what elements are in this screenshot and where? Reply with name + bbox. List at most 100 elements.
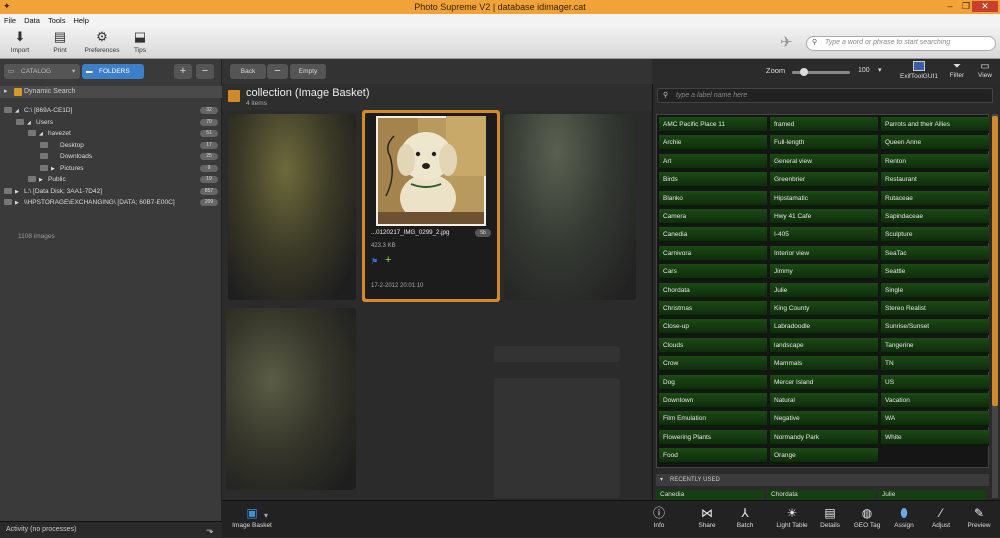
label-button[interactable]: Renton: [881, 153, 989, 170]
preview-button[interactable]: ✎ Preview: [960, 505, 998, 529]
thumbnail-blurred[interactable]: [226, 308, 356, 490]
label-scrollbar-thumb[interactable]: [992, 116, 998, 406]
expand-arrow-icon[interactable]: ▶: [39, 175, 48, 186]
label-button[interactable]: Camera: [659, 209, 767, 225]
expand-arrow-icon[interactable]: ▶: [15, 198, 24, 209]
preferences-button[interactable]: ⚙ Preferences: [82, 29, 122, 54]
remove-button[interactable]: −: [196, 64, 214, 79]
add-button[interactable]: +: [174, 64, 192, 79]
empty-basket-button[interactable]: Empty: [290, 64, 326, 79]
chevron-down-icon[interactable]: ▾: [264, 511, 268, 520]
label-button[interactable]: Parrots and their Allies: [881, 117, 989, 133]
label-button[interactable]: Canedia: [659, 227, 767, 244]
label-button[interactable]: SeaTac: [881, 245, 989, 262]
batch-button[interactable]: ⅄ Batch: [726, 505, 764, 529]
label-button[interactable]: Crow: [659, 356, 767, 373]
label-button[interactable]: AMC Pacific Place 11: [659, 117, 767, 133]
exiftool-button[interactable]: ExifToolGUI1: [897, 61, 941, 80]
details-button[interactable]: ▤ Details: [811, 505, 849, 529]
folder-tree-item[interactable]: ◢ havezet 51: [0, 128, 222, 139]
thumbnail-selected[interactable]: ...0120217_IMG_0299_2.jpg 5b 423.3 KB ⚑ …: [362, 110, 500, 302]
expand-arrow-icon[interactable]: ◢: [15, 106, 24, 117]
folder-tree-item[interactable]: ▶ \\HPSTORAGE\EXCHANGING\ [DATA; 60B7-E00…: [0, 197, 222, 208]
label-button[interactable]: Tangerine: [881, 337, 989, 354]
add-label-button[interactable]: +: [385, 254, 391, 266]
label-button[interactable]: Seattle: [881, 264, 989, 281]
label-button[interactable]: Single: [881, 282, 989, 299]
folder-tree-item[interactable]: ▶ Pictures 9: [0, 163, 222, 174]
expand-arrow-icon[interactable]: ▶: [51, 164, 60, 175]
folder-tree-item[interactable]: ▶ L:\ [Data Disk; 3AA1-7D42] 857: [0, 186, 222, 197]
label-button[interactable]: Vacation: [881, 393, 989, 409]
recent-label[interactable]: Julie: [878, 490, 986, 500]
recent-label[interactable]: Chordata: [767, 490, 875, 500]
print-button[interactable]: ▤ Print: [40, 29, 80, 54]
info-button[interactable]: ⓘ Info: [640, 505, 678, 529]
label-button[interactable]: Sapindaceae: [881, 209, 989, 225]
tips-button[interactable]: ⬓ Tips: [120, 29, 160, 54]
menu-help[interactable]: Help: [69, 14, 92, 25]
label-button[interactable]: Christmas: [659, 301, 767, 317]
expand-arrow-icon[interactable]: ▶: [15, 187, 24, 198]
label-button[interactable]: Jimmy: [770, 264, 878, 281]
close-button[interactable]: ✕: [972, 1, 998, 12]
activity-icon[interactable]: ⬎: [206, 522, 214, 538]
menu-data[interactable]: Data: [20, 14, 44, 25]
adjust-button[interactable]: ⁄ Adjust: [922, 505, 960, 529]
label-button[interactable]: Close-up: [659, 319, 767, 336]
recently-used-header[interactable]: ▾ RECENTLY USED: [656, 474, 989, 486]
label-button[interactable]: Film Emulation: [659, 411, 767, 428]
recent-label[interactable]: Canedia: [656, 490, 764, 500]
share-button[interactable]: ⋈ Share: [688, 505, 726, 529]
label-button[interactable]: landscape: [770, 337, 878, 354]
label-button[interactable]: US: [881, 374, 989, 391]
catalog-tab[interactable]: CATALOG ▭ ▾: [4, 64, 80, 79]
folders-tab[interactable]: FOLDERS ▬: [82, 64, 144, 79]
import-button[interactable]: ⬇ Import: [0, 29, 40, 54]
menu-tools[interactable]: Tools: [44, 14, 70, 25]
label-button[interactable]: Flowering Plants: [659, 429, 767, 446]
filter-button[interactable]: ⏷ Filter: [945, 61, 969, 79]
geo-tag-button[interactable]: ◍ GEO Tag: [848, 505, 886, 529]
label-button[interactable]: Food: [659, 448, 767, 465]
label-marker-icon[interactable]: ⚑: [371, 257, 378, 266]
folder-tree-item[interactable]: ◢ Users 70: [0, 117, 222, 128]
label-button[interactable]: White: [881, 429, 989, 446]
label-button[interactable]: Birds: [659, 172, 767, 189]
label-button[interactable]: Julie: [770, 282, 878, 299]
label-button[interactable]: Cars: [659, 264, 767, 281]
folder-tree-item[interactable]: Desktop 17: [0, 140, 222, 151]
label-button[interactable]: Orange: [770, 448, 878, 465]
label-button[interactable]: Hwy 41 Cafe: [770, 209, 878, 225]
label-button[interactable]: Stereo Realist: [881, 301, 989, 317]
label-button[interactable]: Art: [659, 153, 767, 170]
label-button[interactable]: Archie: [659, 135, 767, 152]
dynamic-search-header[interactable]: ▸ Dynamic Search: [0, 86, 222, 98]
expand-arrow-icon[interactable]: ◢: [27, 118, 36, 129]
label-button[interactable]: Natural: [770, 393, 878, 409]
menu-file[interactable]: File: [0, 14, 20, 25]
label-button[interactable]: Sculpture: [881, 227, 989, 244]
label-button[interactable]: Mercer Island: [770, 374, 878, 391]
label-button[interactable]: Full-length: [770, 135, 878, 152]
expand-arrow-icon[interactable]: ◢: [39, 129, 48, 140]
label-button[interactable]: Sunrise/Sunset: [881, 319, 989, 336]
label-button[interactable]: Interior view: [770, 245, 878, 262]
label-button[interactable]: I-405: [770, 227, 878, 244]
label-button[interactable]: Clouds: [659, 337, 767, 354]
zoom-slider-handle[interactable]: [800, 68, 808, 76]
folder-tree-item[interactable]: ▶ Public 19: [0, 174, 222, 185]
label-button[interactable]: Greenbrier: [770, 172, 878, 189]
label-button[interactable]: Chordata: [659, 282, 767, 299]
label-button[interactable]: framed: [770, 117, 878, 133]
image-basket-button[interactable]: ▣ Image Basket: [226, 505, 278, 529]
thumbnail-blurred[interactable]: [228, 114, 356, 300]
zoom-dropdown-icon[interactable]: ▾: [878, 66, 882, 74]
label-button[interactable]: Labradoodle: [770, 319, 878, 336]
label-button[interactable]: Dog: [659, 374, 767, 391]
label-button[interactable]: Mammals: [770, 356, 878, 373]
label-button[interactable]: General view: [770, 153, 878, 170]
label-button[interactable]: Negative: [770, 411, 878, 428]
label-button[interactable]: Rutaceae: [881, 190, 989, 207]
label-button[interactable]: Restaurant: [881, 172, 989, 189]
